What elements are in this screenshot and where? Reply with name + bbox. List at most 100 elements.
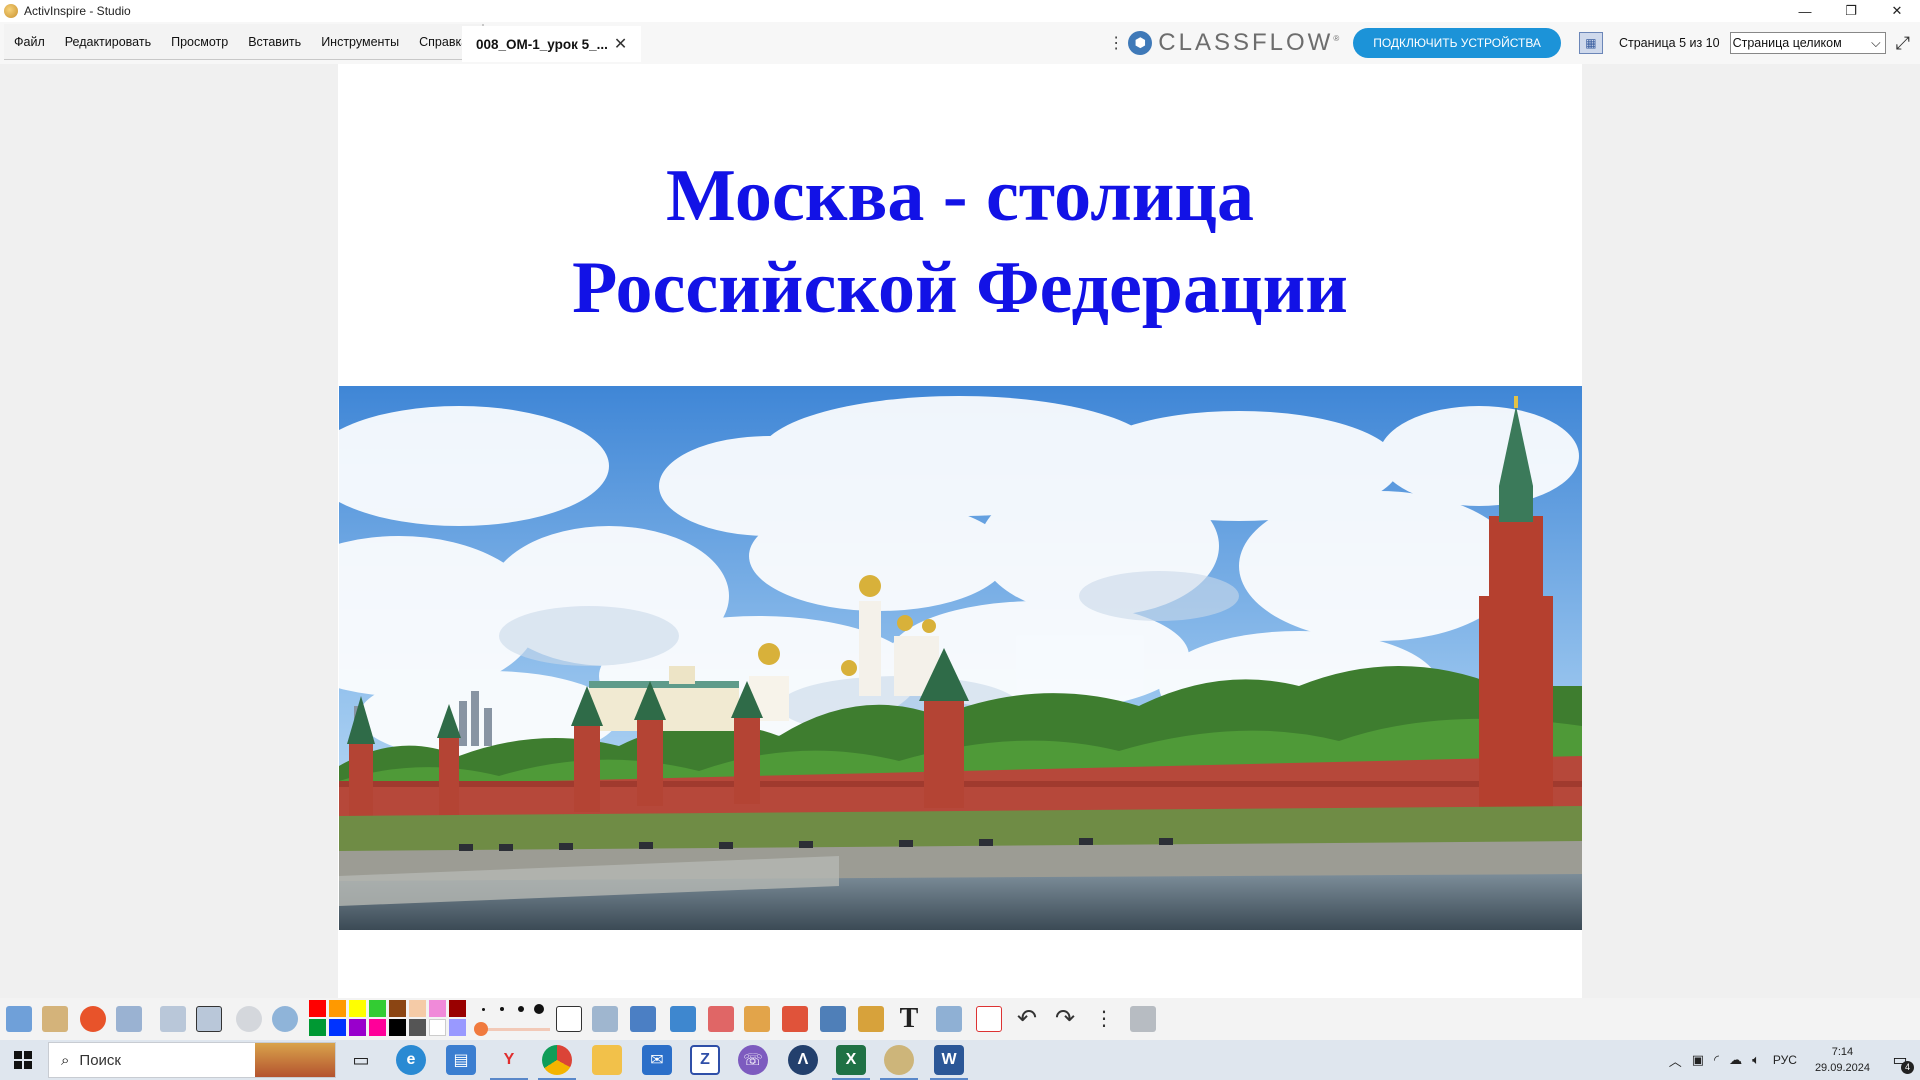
color-swatch-purple[interactable]: [349, 1019, 366, 1036]
classflow-logo-text: CLASSFLOW: [1158, 29, 1334, 56]
color-swatch-pink[interactable]: [429, 1000, 446, 1017]
color-swatch-peach[interactable]: [409, 1000, 426, 1017]
menu-insert[interactable]: Вставить: [238, 35, 311, 49]
header-bar: Файл Редактировать Просмотр Вставить Инс…: [0, 22, 1920, 64]
browsers-icon[interactable]: [42, 1006, 68, 1032]
previous-page-icon[interactable]: [160, 1006, 186, 1032]
color-swatch-lavender[interactable]: [449, 1019, 466, 1036]
color-swatch-orange[interactable]: [329, 1000, 346, 1017]
windows-taskbar: ⌕ Поиск ▭ e ▤ Y ✉ Z ☏ Λ X W ︿ ▣ ◜ ☁ 🔈︎ Р…: [0, 1040, 1920, 1080]
document-tab[interactable]: 008_ОМ-1_урок 5_... ✕: [462, 26, 642, 62]
moscow-kremlin-photo[interactable]: [339, 386, 1582, 930]
input-language[interactable]: РУС: [1773, 1053, 1797, 1067]
clock-time: 7:14: [1831, 1046, 1854, 1058]
pen-width-4[interactable]: [534, 1004, 544, 1014]
highlighter-icon[interactable]: [670, 1006, 696, 1032]
device-icon[interactable]: ▣: [1692, 1052, 1704, 1068]
color-swatch-green[interactable]: [309, 1019, 326, 1036]
viber-icon[interactable]: ☏: [738, 1045, 768, 1075]
color-swatch-light-green[interactable]: [369, 1000, 386, 1017]
kremlin-illustration: [339, 386, 1582, 930]
color-swatch-white[interactable]: [429, 1019, 446, 1036]
pen-width-3[interactable]: [518, 1006, 524, 1012]
notifications-button[interactable]: ▭ 4: [1880, 1040, 1920, 1080]
zoom-select[interactable]: Страница целиком ⌵: [1729, 32, 1886, 54]
classflow-logo: CLASSFLOW®: [1158, 29, 1339, 57]
text-tool-icon[interactable]: T: [896, 1005, 922, 1033]
windows-logo-icon: [14, 1051, 32, 1069]
microsoft-store-icon[interactable]: ▤: [446, 1045, 476, 1075]
pen-width-2[interactable]: [500, 1007, 504, 1011]
flipchart-page[interactable]: Москва - столица Российской Федерации: [338, 64, 1582, 998]
undo-icon[interactable]: ↶: [1014, 1006, 1040, 1032]
color-swatch-black[interactable]: [389, 1019, 406, 1036]
task-view-icon[interactable]: ▭: [346, 1045, 376, 1075]
file-explorer-icon[interactable]: [592, 1045, 622, 1075]
pen-width-slider[interactable]: [480, 1028, 550, 1031]
page-indicator: Страница 5 из 10: [1618, 36, 1720, 50]
select-pointer-icon[interactable]: [556, 1006, 582, 1032]
taskbar-search[interactable]: ⌕ Поиск: [48, 1042, 336, 1078]
reset-page-icon[interactable]: [976, 1006, 1002, 1032]
volume-icon[interactable]: 🔈︎: [1752, 1052, 1760, 1068]
minimize-button[interactable]: —: [1782, 0, 1828, 22]
pen-icon[interactable]: [630, 1006, 656, 1032]
activinspire-taskbar-icon[interactable]: [884, 1045, 914, 1075]
more-options-icon[interactable]: ⋮: [1108, 33, 1124, 53]
desktop-annotate-icon[interactable]: [116, 1006, 142, 1032]
clear-icon[interactable]: [936, 1006, 962, 1032]
slide-title[interactable]: Москва - столица Российской Федерации: [338, 150, 1582, 334]
menu-view[interactable]: Просмотр: [161, 35, 238, 49]
fullscreen-icon[interactable]: ⤢: [1896, 33, 1910, 54]
eraser-icon[interactable]: [708, 1006, 734, 1032]
clock-date: 29.09.2024: [1814, 1062, 1870, 1074]
shape-icon[interactable]: [782, 1006, 808, 1032]
classflow-logo-icon: ⬢: [1128, 31, 1153, 55]
main-menu-icon[interactable]: [6, 1006, 32, 1032]
color-swatch-dark-red[interactable]: [449, 1000, 466, 1017]
play-icon[interactable]: [236, 1006, 262, 1032]
fill-icon[interactable]: [744, 1006, 770, 1032]
connect-devices-button[interactable]: ПОДКЛЮЧИТЬ УСТРОЙСТВА: [1353, 28, 1561, 58]
excel-icon[interactable]: X: [836, 1045, 866, 1075]
pen-width-1[interactable]: [482, 1008, 485, 1011]
pen-width-slider-handle[interactable]: [474, 1022, 488, 1036]
more-tools-icon[interactable]: ⋮: [1094, 1006, 1114, 1032]
page-browser-icon[interactable]: ▦: [1578, 32, 1603, 54]
edge-browser-icon[interactable]: e: [396, 1045, 426, 1075]
app-icon-dark-circle[interactable]: Λ: [788, 1045, 818, 1075]
slide-title-line2: Российской Федерации: [572, 247, 1348, 329]
toolbox-pin-icon[interactable]: [1130, 1006, 1156, 1032]
connector-icon[interactable]: [820, 1006, 846, 1032]
chrome-browser-icon[interactable]: [542, 1045, 572, 1075]
document-tab-label: 008_ОМ-1_урок 5_...: [476, 36, 608, 52]
menu-edit[interactable]: Редактировать: [55, 35, 161, 49]
color-swatch-gray[interactable]: [409, 1019, 426, 1036]
wifi-icon[interactable]: ◜: [1714, 1052, 1719, 1068]
redo-icon[interactable]: ↷: [1052, 1006, 1078, 1032]
tools-icon[interactable]: [592, 1006, 618, 1032]
color-swatch-brown[interactable]: [389, 1000, 406, 1017]
onedrive-cloud-icon[interactable]: ☁: [1729, 1052, 1742, 1068]
color-swatch-red[interactable]: [309, 1000, 326, 1017]
magic-ink-icon[interactable]: [858, 1006, 884, 1032]
menu-tools[interactable]: Инструменты: [311, 35, 409, 49]
color-swatch-blue[interactable]: [329, 1019, 346, 1036]
chevron-up-icon[interactable]: ︿: [1669, 1051, 1682, 1070]
mail-icon[interactable]: ✉: [642, 1045, 672, 1075]
yandex-browser-icon[interactable]: Y: [494, 1045, 524, 1075]
color-swatch-yellow[interactable]: [349, 1000, 366, 1017]
restore-button[interactable]: ❐: [1828, 0, 1874, 22]
app-icon-blue-square[interactable]: Z: [690, 1045, 720, 1075]
color-swatch-magenta[interactable]: [369, 1019, 386, 1036]
activinspire-dashboard-icon[interactable]: [80, 1006, 106, 1032]
close-icon[interactable]: ✕: [614, 34, 627, 54]
next-page-icon[interactable]: [196, 1006, 222, 1032]
word-icon[interactable]: W: [934, 1045, 964, 1075]
close-window-button[interactable]: ✕: [1874, 0, 1920, 22]
window-title: ActivInspire - Studio: [24, 4, 131, 18]
start-button[interactable]: [0, 1040, 46, 1080]
menu-file[interactable]: Файл: [4, 35, 55, 49]
resources-globe-icon[interactable]: [272, 1006, 298, 1032]
clock[interactable]: 7:14 29.09.2024: [1815, 1044, 1870, 1076]
